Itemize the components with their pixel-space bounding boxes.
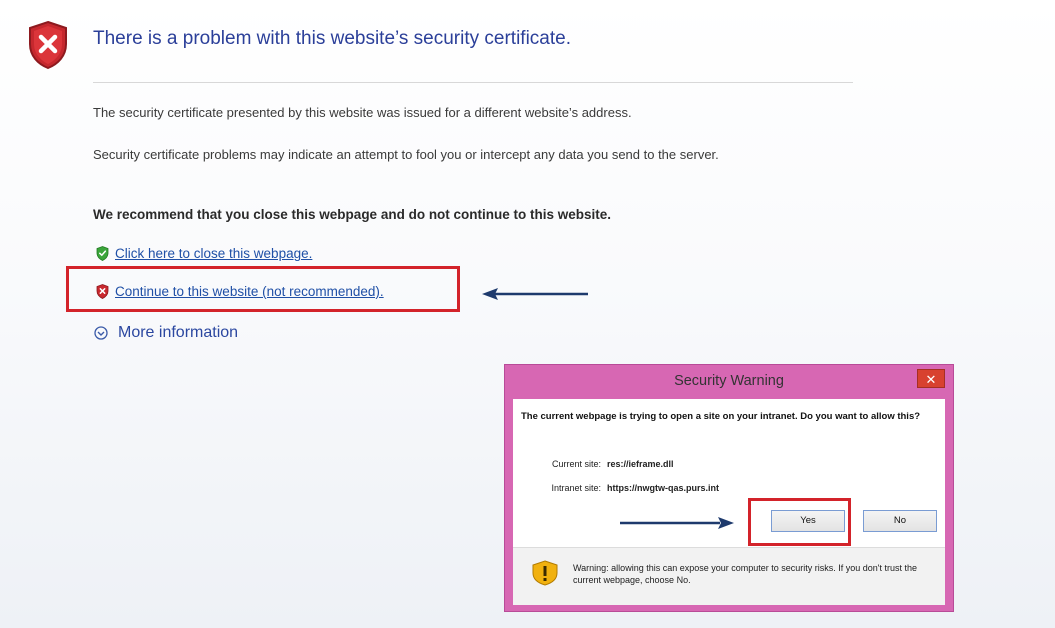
warning-band: Warning: allowing this can expose your c… <box>513 547 945 605</box>
highlight-box-yes <box>748 498 851 546</box>
paragraph-different-address: The security certificate presented by th… <box>93 105 632 120</box>
divider <box>93 82 853 83</box>
highlight-box-continue <box>66 266 460 312</box>
recommendation-text: We recommend that you close this webpage… <box>93 207 612 222</box>
dialog-title: Security Warning <box>674 373 784 389</box>
close-webpage-link[interactable]: Click here to close this webpage. <box>115 246 312 261</box>
intranet-site-value: https://nwgtw-qas.purs.int <box>607 483 719 493</box>
no-button[interactable]: No <box>863 510 937 532</box>
dialog-close-button[interactable]: ✕ <box>917 369 945 388</box>
page-title: There is a problem with this website’s s… <box>93 28 571 49</box>
certificate-error-page: There is a problem with this website’s s… <box>0 0 1055 628</box>
current-site-row: Current site: res://ieframe.dll <box>521 459 674 469</box>
warning-text: Warning: allowing this can expose your c… <box>573 563 918 585</box>
paragraph-fool-warning: Security certificate problems may indica… <box>93 147 719 162</box>
intranet-site-label: Intranet site: <box>551 483 601 493</box>
current-site-label: Current site: <box>551 459 601 469</box>
arrow-right-icon <box>620 517 734 529</box>
warning-shield-icon <box>532 560 558 586</box>
arrow-left-icon <box>482 288 588 300</box>
dialog-question: The current webpage is trying to open a … <box>521 411 921 422</box>
intranet-site-row: Intranet site: https://nwgtw-qas.purs.int <box>521 483 719 493</box>
more-information-toggle[interactable]: More information <box>94 324 238 342</box>
current-site-value: res://ieframe.dll <box>607 459 674 469</box>
close-webpage-row: Click here to close this webpage. <box>96 246 312 261</box>
more-information-label: More information <box>118 324 239 341</box>
green-shield-icon <box>96 246 109 261</box>
shield-x-icon <box>29 20 67 70</box>
chevron-circle-down-icon <box>94 326 108 340</box>
security-warning-dialog: Security Warning ✕ The current webpage i… <box>504 364 954 612</box>
dialog-body: The current webpage is trying to open a … <box>513 399 945 605</box>
